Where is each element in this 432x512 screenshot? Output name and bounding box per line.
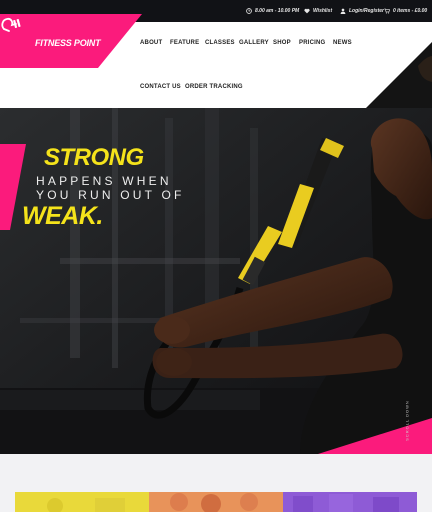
opening-hours: 8.00 am - 10.00 PM [246,5,299,17]
heart-icon [304,8,310,14]
cart-link[interactable]: 0 items - £0.00 [384,5,427,17]
brand-name: FITNESS POINT [35,38,101,48]
scroll-down-label: SCROLL DOWN [404,400,410,441]
class-card-image [293,494,399,512]
opening-hours-text: 8.00 am - 10.00 PM [255,8,300,14]
class-card-image [170,493,258,512]
hero-subline-1: HAPPENS WHEN [36,174,172,188]
nav-news[interactable]: NEWS [333,40,352,46]
nav-order-tracking[interactable]: ORDER TRACKING [185,84,243,90]
hero-headline-strong: STRONG [44,144,144,171]
hero-photo-corner [366,42,432,108]
classes-section [0,454,432,512]
wishlist-text: Wishlist [313,8,333,14]
scroll-down-indicator[interactable]: SCROLL DOWN [402,392,410,452]
nav-classes[interactable]: CLASSES [205,40,235,46]
cart-text: 0 items - £0.00 [393,8,428,14]
class-card-yellow[interactable] [15,492,149,512]
class-card-orange[interactable] [149,492,283,512]
login-register-link[interactable]: Login/Register [340,5,384,17]
hero-banner: STRONG HAPPENS WHEN YOU RUN OUT OF WEAK.… [0,108,432,454]
nav-contact-us[interactable]: CONTACT US [140,84,181,90]
nav-gallery[interactable]: GALLERY [239,40,269,46]
site-logo[interactable]: FITNESS POINT [0,14,142,68]
nav-about[interactable]: ABOUT [140,40,162,46]
hero-headline-weak: WEAK. [22,202,103,230]
dumbbell-icon [1,17,21,32]
nav-feature[interactable]: FEATURE [170,40,199,46]
user-icon [340,8,346,14]
cart-icon [384,8,390,14]
class-card-image [47,498,125,512]
class-card-purple[interactable] [283,492,417,512]
wishlist-link[interactable]: Wishlist [304,5,332,17]
clock-icon [246,8,252,14]
nav-pricing[interactable]: PRICING [299,40,325,46]
nav-shop[interactable]: SHOP [273,40,291,46]
login-register-text: Login/Register [349,8,385,14]
hero-subline-2: YOU RUN OUT OF [36,188,185,202]
